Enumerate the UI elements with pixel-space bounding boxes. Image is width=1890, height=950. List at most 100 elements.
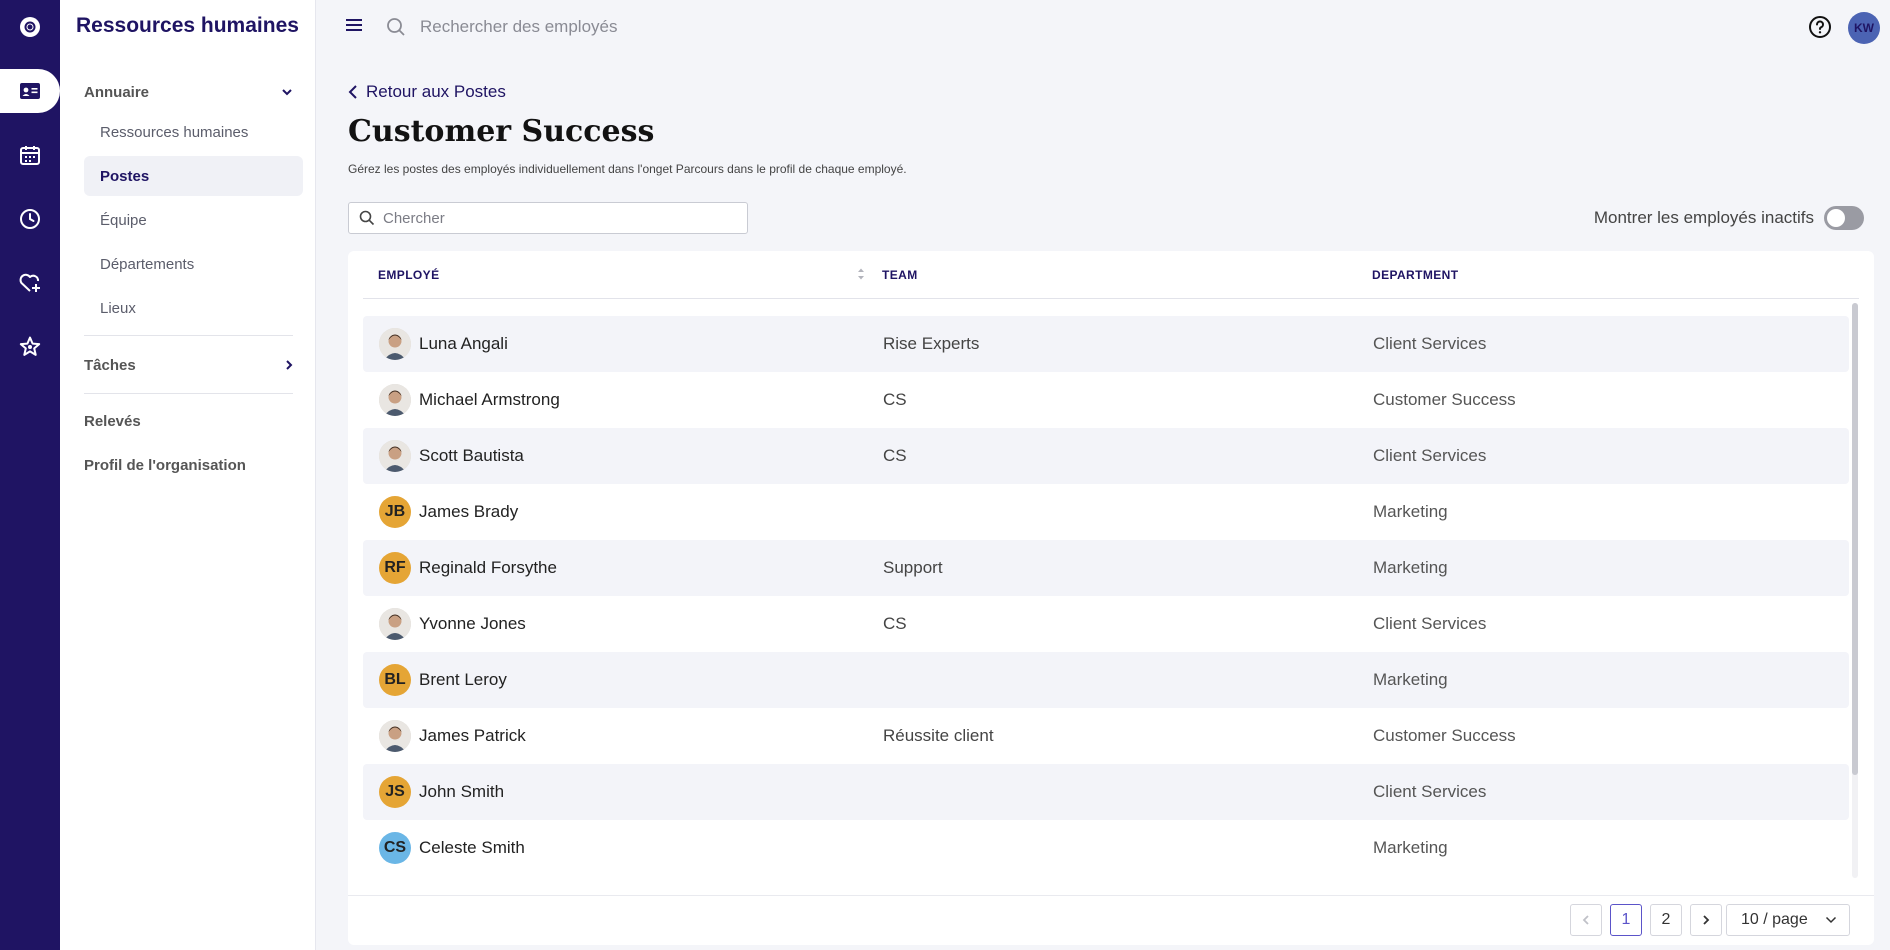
employee-cell[interactable]: CS Celeste Smith <box>379 832 525 864</box>
department-cell: Client Services <box>1373 614 1487 633</box>
app-rail <box>0 0 60 950</box>
avatar: CS <box>379 832 411 864</box>
page-title: Customer Success <box>348 114 655 149</box>
employee-name[interactable]: Scott Bautista <box>419 446 524 466</box>
search-icon <box>359 210 375 226</box>
nav-group-profil[interactable]: Profil de l'organisation <box>84 450 293 480</box>
nav-group-label: Annuaire <box>84 83 150 101</box>
inactive-employees-toggle[interactable] <box>1824 206 1864 230</box>
sidebar-item-ressources-humaines[interactable]: Ressources humaines <box>84 112 303 152</box>
employee-cell[interactable]: BL Brent Leroy <box>379 664 507 696</box>
sidebar-title: Ressources humaines <box>76 14 299 37</box>
chevron-down-icon <box>1825 916 1837 924</box>
table-row[interactable]: Michael Armstrong CS Customer Success <box>363 372 1849 428</box>
employee-name[interactable]: James Patrick <box>419 726 526 746</box>
clock-icon <box>20 209 40 229</box>
team-cell: CS <box>883 390 907 409</box>
avatar <box>379 384 411 416</box>
department-cell: Customer Success <box>1373 390 1516 409</box>
employee-name[interactable]: John Smith <box>419 782 504 802</box>
team-cell: Réussite client <box>883 726 994 745</box>
pagination: 1 2 10 / page <box>348 895 1874 945</box>
rail-performance[interactable] <box>0 325 60 369</box>
inactive-toggle-label: Montrer les employés inactifs <box>1593 208 1814 227</box>
table-row[interactable]: Scott Bautista CS Client Services <box>363 428 1849 484</box>
page-1-button[interactable]: 1 <box>1610 904 1642 936</box>
employee-cell[interactable]: Michael Armstrong <box>379 384 560 416</box>
avatar: JS <box>379 776 411 808</box>
user-avatar[interactable]: KW <box>1848 12 1880 44</box>
chevron-left-icon <box>1582 915 1589 925</box>
page-2-button[interactable]: 2 <box>1650 904 1682 936</box>
department-cell: Marketing <box>1373 502 1448 521</box>
employees-table: EMPLOYÉ TEAM DEPARTMENT Luna Angali Rise … <box>348 251 1874 945</box>
table-row[interactable]: BL Brent Leroy Marketing <box>363 652 1849 708</box>
chevron-right-icon <box>1703 915 1710 925</box>
sidebar-item-departements[interactable]: Départements <box>84 244 303 284</box>
id-card-icon <box>20 83 40 99</box>
table-row[interactable]: James Patrick Réussite client Customer Suc… <box>363 708 1849 764</box>
employee-name[interactable]: Yvonne Jones <box>419 614 526 634</box>
nav-group-annuaire[interactable]: Annuaire <box>84 77 293 107</box>
employee-name[interactable]: James Brady <box>419 502 518 522</box>
table-search-input[interactable] <box>383 209 723 227</box>
table-row[interactable]: CS Celeste Smith Marketing <box>363 820 1849 876</box>
back-link[interactable]: Retour aux Postes <box>348 82 506 102</box>
department-cell: Marketing <box>1373 670 1448 689</box>
employee-search-input[interactable] <box>420 14 920 40</box>
help-icon[interactable] <box>1808 15 1832 39</box>
table-row[interactable]: Yvonne Jones CS Client Services <box>363 596 1849 652</box>
column-header-employee[interactable]: EMPLOYÉ <box>378 268 439 282</box>
team-cell: CS <box>883 446 907 465</box>
employee-name[interactable]: Celeste Smith <box>419 838 525 858</box>
rail-benefits[interactable] <box>0 261 60 305</box>
employee-name[interactable]: Michael Armstrong <box>419 390 560 410</box>
sidebar-item-lieux[interactable]: Lieux <box>84 288 303 328</box>
heart-plus-icon <box>19 273 40 292</box>
menu-icon[interactable] <box>346 18 362 32</box>
scrollbar-thumb[interactable] <box>1852 303 1858 775</box>
table-row[interactable]: RF Reginald Forsythe Support Marketing <box>363 540 1849 596</box>
avatar <box>379 440 411 472</box>
rail-time[interactable] <box>0 197 60 241</box>
employee-cell[interactable]: Scott Bautista <box>379 440 524 472</box>
employee-cell[interactable]: JB James Brady <box>379 496 518 528</box>
table-row[interactable]: Luna Angali Rise Experts Client Services <box>363 316 1849 372</box>
table-row[interactable]: JB James Brady Marketing <box>363 484 1849 540</box>
employee-cell[interactable]: RF Reginald Forsythe <box>379 552 557 584</box>
next-page-button[interactable] <box>1690 904 1722 936</box>
nav-group-taches[interactable]: Tâches <box>84 350 293 380</box>
employee-cell[interactable]: James Patrick <box>379 720 526 752</box>
sidebar-item-postes[interactable]: Postes <box>84 156 303 196</box>
department-cell: Client Services <box>1373 334 1487 353</box>
star-icon <box>19 336 41 356</box>
employee-name[interactable]: Brent Leroy <box>419 670 507 690</box>
rail-calendar[interactable] <box>0 133 60 177</box>
employee-cell[interactable]: Luna Angali <box>379 328 508 360</box>
employee-cell[interactable]: JS John Smith <box>379 776 504 808</box>
sidebar-item-label: Ressources humaines <box>100 123 249 141</box>
page-description: Gérez les postes des employés individuel… <box>348 162 907 176</box>
table-header: EMPLOYÉ TEAM DEPARTMENT <box>363 251 1859 299</box>
avatar: JB <box>379 496 411 528</box>
department-cell: Marketing <box>1373 838 1448 857</box>
app-logo-icon[interactable] <box>0 5 60 49</box>
nav-group-label: Tâches <box>84 356 136 374</box>
sidebar-item-label: Postes <box>100 167 150 185</box>
employee-cell[interactable]: Yvonne Jones <box>379 608 526 640</box>
rail-directory[interactable] <box>0 69 60 113</box>
sidebar-item-equipe[interactable]: Équipe <box>84 200 303 240</box>
page-size-select[interactable]: 10 / page <box>1726 904 1850 936</box>
chevron-left-icon <box>348 85 357 99</box>
chevron-right-icon <box>286 360 293 370</box>
employee-name[interactable]: Luna Angali <box>419 334 508 354</box>
page-size-value: 10 / page <box>1741 911 1808 928</box>
sort-icon[interactable] <box>857 267 865 281</box>
table-search <box>348 202 748 234</box>
table-row[interactable]: JS John Smith Client Services <box>363 764 1849 820</box>
department-cell: Client Services <box>1373 446 1487 465</box>
avatar: BL <box>379 664 411 696</box>
employee-name[interactable]: Reginald Forsythe <box>419 558 557 578</box>
nav-group-releves[interactable]: Relevés <box>84 406 293 436</box>
prev-page-button[interactable] <box>1570 904 1602 936</box>
